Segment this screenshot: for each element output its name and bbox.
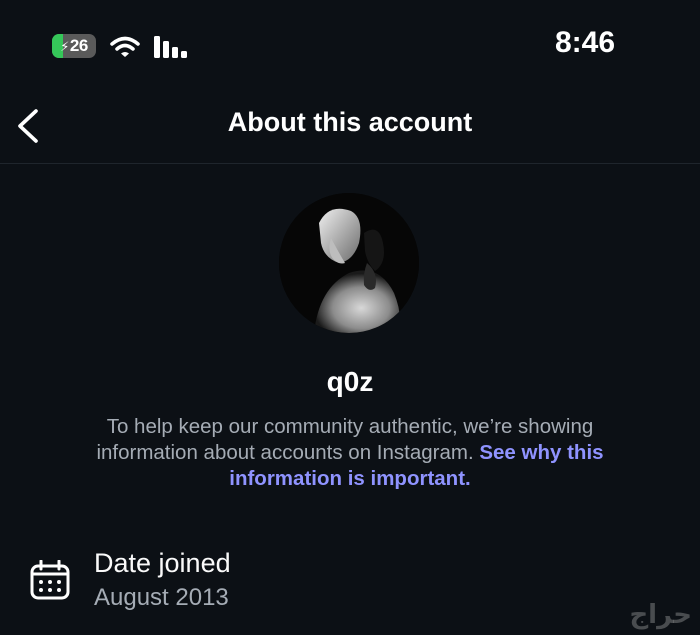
username: q0z (326, 366, 374, 397)
charging-bolt-icon: ⚡ (60, 39, 69, 54)
clock-time: 8:46 (554, 26, 616, 59)
date-joined-value: August 2013 (94, 584, 229, 611)
page-title: About this account (227, 107, 473, 137)
battery-level-text: ⚡26 (52, 36, 96, 56)
profile-photo (279, 193, 419, 333)
wifi-icon (110, 36, 140, 57)
calendar-icon (30, 560, 70, 600)
battery-level: 26 (69, 36, 88, 55)
battery-indicator: ⚡26 (52, 34, 96, 58)
signal-bars-icon (154, 36, 187, 58)
authenticity-info: To help keep our community authentic, we… (55, 414, 645, 492)
date-joined-label: Date joined (94, 548, 231, 578)
watermark-logo: حراج (629, 600, 692, 630)
avatar (279, 193, 419, 333)
status-bar: ⚡26 8:46 (0, 0, 700, 95)
nav-header: About this account (0, 95, 700, 164)
